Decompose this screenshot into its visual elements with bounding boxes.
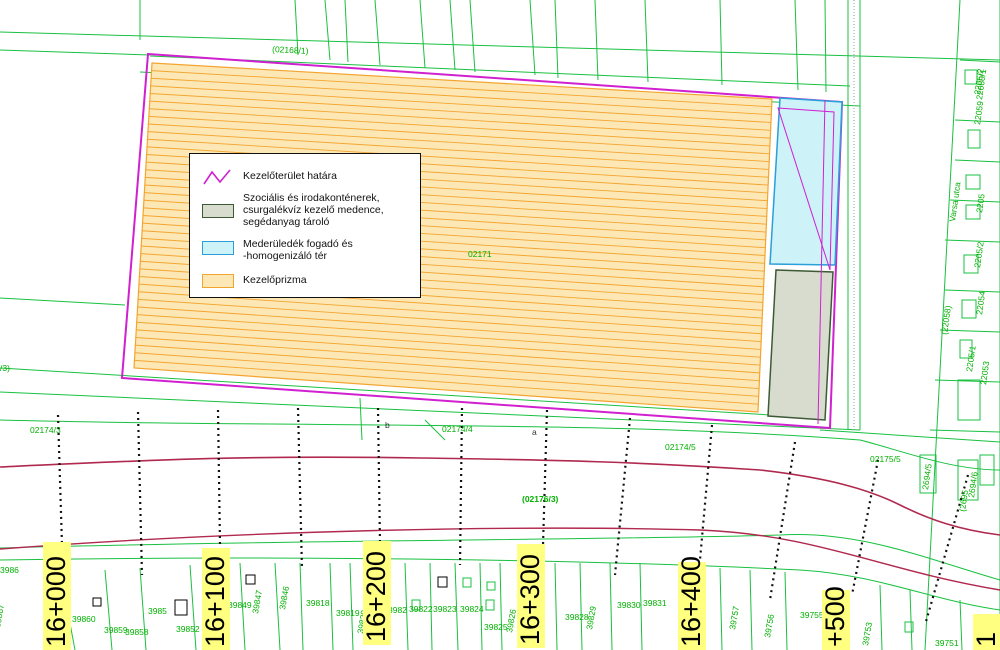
parcel-label: 39831 xyxy=(643,598,667,608)
parcel-label: b xyxy=(385,420,390,430)
parcel-label: 02175/5 xyxy=(870,454,901,464)
parcel-label: 2205/2 xyxy=(972,241,986,268)
station-marker: 16+300 xyxy=(515,544,545,648)
parcel-label: a xyxy=(532,427,537,437)
container-area xyxy=(767,269,834,421)
sediment-swatch-icon xyxy=(202,241,234,255)
street-name-label: Varsa utca xyxy=(947,181,963,222)
parcel-label: 3985 xyxy=(148,606,167,616)
parcel-label: 39829 xyxy=(584,605,598,630)
parcel-label: 39818 xyxy=(306,598,330,608)
parcel-label: 39757 xyxy=(727,605,741,630)
station-label: 16+200 xyxy=(361,551,391,642)
parcel-label: 39867 xyxy=(0,603,6,628)
parcel-label: 02174/4 xyxy=(442,424,473,434)
parcel-label: 39819 xyxy=(336,608,360,618)
parcel-label: 2205 xyxy=(974,193,987,213)
map-legend: Kezelőterület határa Szociális és irodak… xyxy=(189,153,421,298)
station-marker: 1 xyxy=(971,614,1000,650)
station-marker: 16+000 xyxy=(41,542,71,650)
parcel-label: (2695 xyxy=(957,489,970,512)
legend-label-boundary: Kezelőterület határa xyxy=(243,170,337,182)
parcel-label: 39756 xyxy=(762,613,776,638)
station-label: 1 xyxy=(971,632,1000,647)
parcel-label: 39846 xyxy=(277,585,291,610)
parcel-label: 39753 xyxy=(860,621,874,646)
parcel-label: 39751 xyxy=(935,638,959,648)
parcel-label: (02168/1) xyxy=(272,44,309,56)
station-marker: +500 xyxy=(820,586,850,650)
parcel-label: 22054 xyxy=(974,290,987,315)
station-label: +500 xyxy=(820,586,850,647)
station-label: 16+000 xyxy=(41,556,71,647)
parcel-label: 39849 xyxy=(228,600,252,610)
parcel-label: 02171 xyxy=(468,249,492,259)
parcel-label: 39822 xyxy=(409,604,433,614)
site-map: (02168/1) 02171/3) 02174/3 02174/4 02174/5 02… xyxy=(0,0,1000,650)
parcel-label: 39824 xyxy=(460,604,484,614)
station-marker: 16+100 xyxy=(200,548,230,650)
parcel-label: 02174/3 xyxy=(30,425,61,435)
river-line xyxy=(0,456,1000,536)
parcel-label: /3) xyxy=(0,363,10,373)
parcel-label: 39830 xyxy=(617,600,641,610)
legend-label-prism: Kezelőprizma xyxy=(243,274,307,286)
parcel-label: 39823 xyxy=(433,604,457,614)
parcel-label: 39852 xyxy=(176,624,200,634)
station-marker: 16+200 xyxy=(361,541,391,645)
station-label: 16+300 xyxy=(515,554,545,645)
parcel-label: 39858 xyxy=(125,627,149,637)
parcel-label: 3986 xyxy=(0,565,19,575)
container-swatch-icon xyxy=(202,204,234,218)
parcel-label: 39860 xyxy=(72,614,96,624)
legend-label-sediment: Mederüledék fogadó és -homogenizáló tér xyxy=(243,238,353,262)
boundary-line-icon xyxy=(203,169,231,185)
station-label: 16+100 xyxy=(200,556,230,647)
parcel-label: 2205/1 xyxy=(964,345,978,372)
station-marker: 16+400 xyxy=(676,556,706,650)
prism-swatch-icon xyxy=(202,274,234,288)
station-label: 16+400 xyxy=(676,556,706,647)
parcel-label: 02174/5 xyxy=(665,442,696,452)
road-parcel-label: (02176/3) xyxy=(522,494,559,504)
parcel-label: 2694/5 xyxy=(920,463,934,490)
parcel-label: 39847 xyxy=(250,589,264,614)
legend-label-containers: Szociális és irodakonténerek, csurgalékv… xyxy=(243,192,384,228)
